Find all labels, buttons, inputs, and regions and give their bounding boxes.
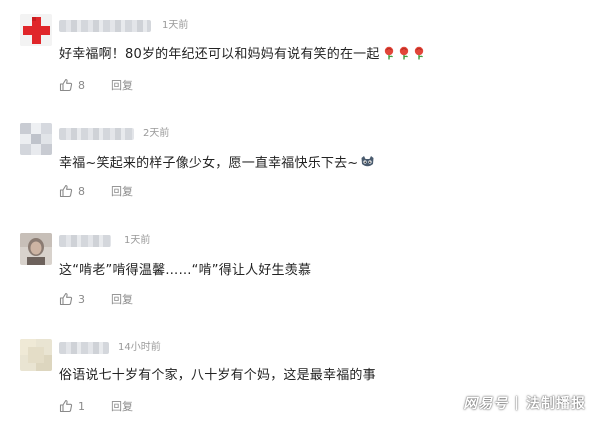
comment-time: 1天前 [124, 235, 151, 246]
watermark-separator: | [514, 395, 520, 411]
blurred-avatar-icon [20, 123, 52, 155]
thumbs-up-icon [59, 292, 73, 306]
watermark-source: 法制播报 [526, 396, 586, 412]
rose-emoji-icon [414, 46, 423, 60]
comment-text-content: 好幸福啊！80岁的年纪还可以和妈妈有说有笑的在一起 [59, 47, 380, 62]
reply-button[interactable]: 回复 [111, 77, 133, 93]
rose-emoji-icon [399, 46, 408, 60]
comment-text: 俗语说七十岁有个家，八十岁有个妈，这是最幸福的事 [59, 367, 376, 384]
avatar[interactable] [20, 339, 52, 371]
comment-text-content: 这“啃老”啃得温馨……“啃”得让人好生羡慕 [59, 263, 312, 278]
thumbs-up-icon [59, 399, 73, 413]
avatar[interactable] [20, 123, 52, 155]
username-blurred[interactable] [59, 342, 109, 354]
reply-button[interactable]: 回复 [111, 398, 133, 414]
cat-face-emoji-icon [361, 156, 374, 167]
comment-time: 1天前 [162, 20, 189, 31]
like-button[interactable]: 3 [59, 292, 85, 306]
like-count: 3 [78, 292, 85, 306]
comment-time: 2天前 [143, 128, 170, 139]
thumbs-up-icon [59, 184, 73, 198]
comment-text: 好幸福啊！80岁的年纪还可以和妈妈有说有笑的在一起 [59, 46, 425, 63]
username-blurred[interactable] [59, 128, 134, 140]
reply-button[interactable]: 回复 [111, 291, 133, 307]
like-button[interactable]: 8 [59, 184, 85, 198]
beige-avatar-icon [20, 339, 52, 371]
comment-text-content: 幸福~笑起来的样子像少女，愿一直幸福快乐下去~ [59, 156, 359, 171]
comment-time: 14小时前 [118, 342, 161, 353]
avatar[interactable] [20, 14, 52, 46]
red-cross-avatar-icon [20, 14, 52, 46]
comment-actions: 3 回复 [59, 290, 133, 308]
like-count: 1 [78, 399, 85, 413]
like-button[interactable]: 8 [59, 78, 85, 92]
watermark-brand: 网易号 [463, 396, 509, 412]
comment-text: 这“啃老”啃得温馨……“啃”得让人好生羡慕 [59, 262, 311, 279]
avatar[interactable] [20, 233, 52, 265]
like-count: 8 [78, 78, 85, 92]
watermark: 网易号 | 法制播报 [463, 393, 586, 413]
reply-button[interactable]: 回复 [111, 183, 133, 199]
thumbs-up-icon [59, 78, 73, 92]
portrait-avatar-icon [20, 233, 52, 265]
rose-emoji-icon [384, 46, 393, 60]
username-blurred[interactable] [59, 20, 151, 32]
comment-actions: 8 回复 [59, 76, 133, 94]
comment-text-content: 俗语说七十岁有个家，八十岁有个妈，这是最幸福的事 [59, 368, 376, 383]
username-blurred[interactable] [59, 235, 111, 247]
comment-actions: 8 回复 [59, 182, 133, 200]
comment-actions: 1 回复 [59, 397, 133, 415]
like-button[interactable]: 1 [59, 399, 85, 413]
comment-text: 幸福~笑起来的样子像少女，愿一直幸福快乐下去~ [59, 155, 375, 172]
like-count: 8 [78, 184, 85, 198]
